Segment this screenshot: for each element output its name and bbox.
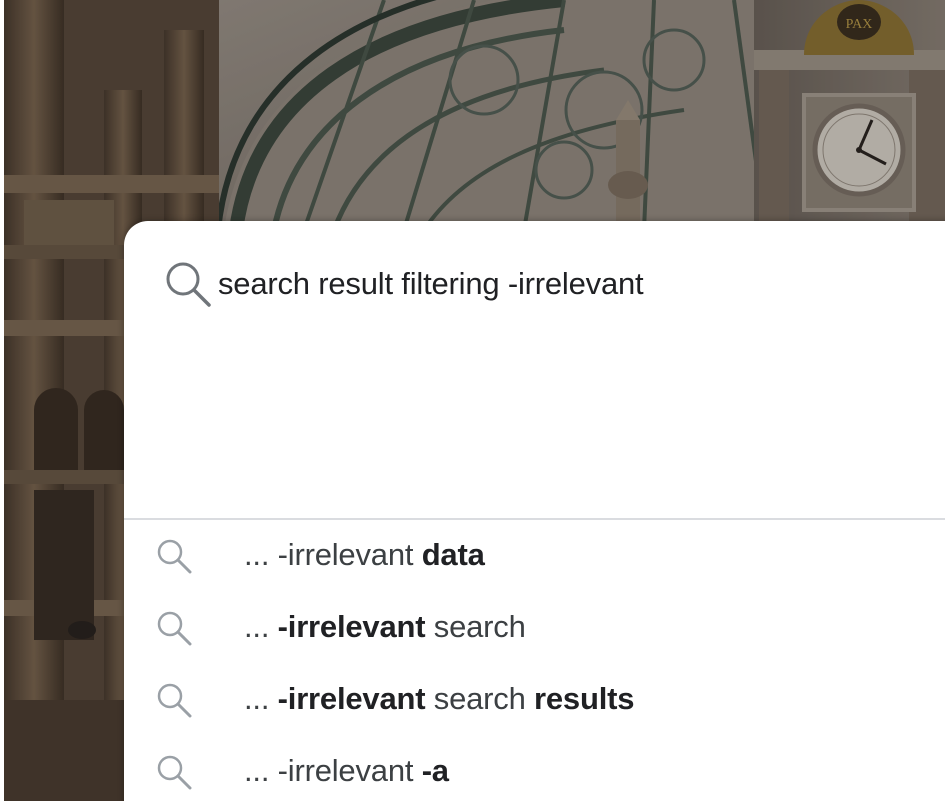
suggestion-text: ... -irrelevant -a [244, 753, 449, 789]
search-icon [156, 682, 192, 718]
search-icon [156, 538, 192, 574]
suggestion-item[interactable]: ... -irrelevant search results [124, 665, 945, 737]
suggestion-text-part: ... -irrelevant [244, 537, 422, 572]
suggestion-list: ... -irrelevant data ... -irrelevant sea… [124, 521, 945, 801]
suggestion-text-highlight: data [421, 537, 485, 572]
suggestion-text: ... -irrelevant search [244, 609, 526, 645]
suggestion-item[interactable]: ... -irrelevant data [124, 521, 945, 593]
search-box[interactable]: search result filtering -irrelevant [164, 259, 644, 309]
suggestion-text-part: ... [244, 609, 278, 644]
suggestion-text: ... -irrelevant search results [244, 681, 634, 717]
search-icon [156, 754, 192, 790]
suggestion-item[interactable]: ... -irrelevant -a [124, 737, 945, 801]
suggestion-text-part: ... -irrelevant [244, 753, 422, 788]
suggestion-text: ... -irrelevant data [244, 537, 485, 573]
search-query-text[interactable]: search result filtering -irrelevant [218, 266, 644, 302]
search-icon [164, 259, 218, 309]
suggestion-text-highlight: results [534, 681, 635, 716]
search-icon [156, 610, 192, 646]
suggestion-text-part: search [425, 681, 535, 716]
suggestion-item[interactable]: ... -irrelevant search [124, 593, 945, 665]
suggestion-text-part: ... [244, 681, 278, 716]
suggestion-text-highlight: -irrelevant [277, 609, 426, 644]
search-page: PAX search result filtering -irrelevant [0, 0, 945, 801]
suggestion-text-part: search [425, 609, 526, 644]
suggestions-divider [124, 518, 945, 520]
search-panel: search result filtering -irrelevant ... … [124, 221, 945, 801]
suggestion-text-highlight: -a [421, 753, 449, 788]
suggestion-text-highlight: -irrelevant [277, 681, 426, 716]
